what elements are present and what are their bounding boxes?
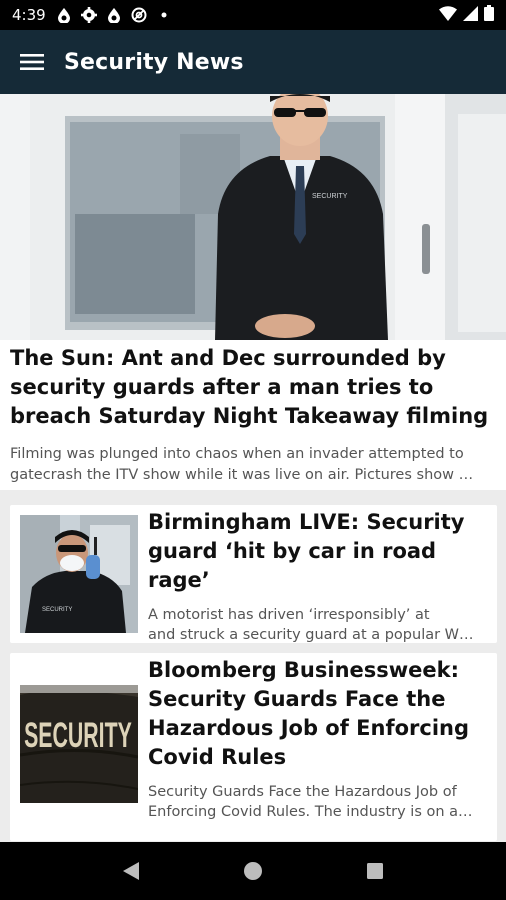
back-triangle-icon (123, 862, 139, 880)
svg-text:SECURITY: SECURITY (42, 607, 72, 613)
system-nav-bar (0, 842, 506, 900)
featured-article-title: The Sun: Ant and Dec surrounded by secur… (10, 346, 489, 428)
recents-square-icon (367, 863, 383, 879)
article-text: Birmingham LIVE: Security guard ‘hit by … (148, 508, 489, 645)
article-thumbnail: SECURITY (20, 685, 138, 803)
article-card[interactable]: SECURITY Bloomberg Businessweek: Securit… (10, 653, 497, 841)
article-title: Bloomberg Businessweek: Security Guards … (148, 658, 470, 769)
article-summary-line: Security Guards Face the Hazardous Job o… (148, 784, 457, 800)
status-right-icons (439, 5, 494, 25)
security-jacket-text: SECURITY (24, 717, 132, 756)
at-sign-icon (131, 7, 147, 23)
news-feed[interactable]: SECURITY The Sun: Ant and Dec surrounded… (0, 94, 506, 842)
home-circle-icon (244, 862, 262, 880)
article-summary: Security Guards Face the Hazardous Job o… (148, 782, 489, 822)
article-summary-line: Enforcing Covid Rules. The industry is o… (148, 804, 473, 820)
featured-article-summary: Filming was plunged into chaos when an i… (10, 446, 474, 483)
status-time: 4:39 (12, 6, 46, 24)
article-text: Bloomberg Businessweek: Security Guards … (148, 656, 489, 822)
featured-article-image: SECURITY (0, 94, 506, 340)
drop-icon (106, 7, 122, 23)
article-title: Birmingham LIVE: Security guard ‘hit by … (148, 510, 465, 592)
article-summary-line: and struck a security guard at a popular… (148, 627, 474, 643)
status-bar: 4:39 (0, 0, 506, 30)
home-button[interactable] (233, 851, 273, 891)
wifi-icon (439, 5, 457, 25)
battery-icon (484, 5, 494, 25)
drop-icon (56, 7, 72, 23)
menu-button[interactable] (0, 30, 64, 94)
back-button[interactable] (111, 851, 151, 891)
signal-icon (463, 5, 478, 25)
app-bar: Security News (0, 30, 506, 94)
article-card[interactable]: SECURITY Birmingham LIVE: Security guard… (10, 505, 497, 643)
featured-article[interactable]: SECURITY The Sun: Ant and Dec surrounded… (0, 94, 506, 490)
recents-button[interactable] (355, 851, 395, 891)
article-thumbnail: SECURITY (20, 515, 138, 633)
dot-icon (156, 7, 172, 23)
article-summary-line: A motorist has driven ‘irresponsibly’ at (148, 607, 430, 623)
hamburger-menu-icon (20, 54, 44, 70)
svg-text:SECURITY: SECURITY (312, 193, 348, 200)
gear-icon (80, 7, 97, 23)
article-summary: A motorist has driven ‘irresponsibly’ at… (148, 605, 489, 645)
app-title: Security News (64, 49, 244, 75)
